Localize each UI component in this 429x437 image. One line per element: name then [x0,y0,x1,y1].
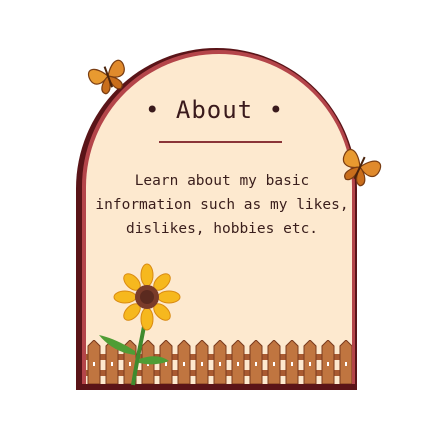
sunflower-icon [99,263,181,386]
title-divider [159,141,282,143]
card-description: Learn about my basic information such as… [95,173,349,237]
butterfly-icon [342,148,382,187]
card-title: • About • [144,96,285,124]
butterfly-icon [87,59,125,95]
